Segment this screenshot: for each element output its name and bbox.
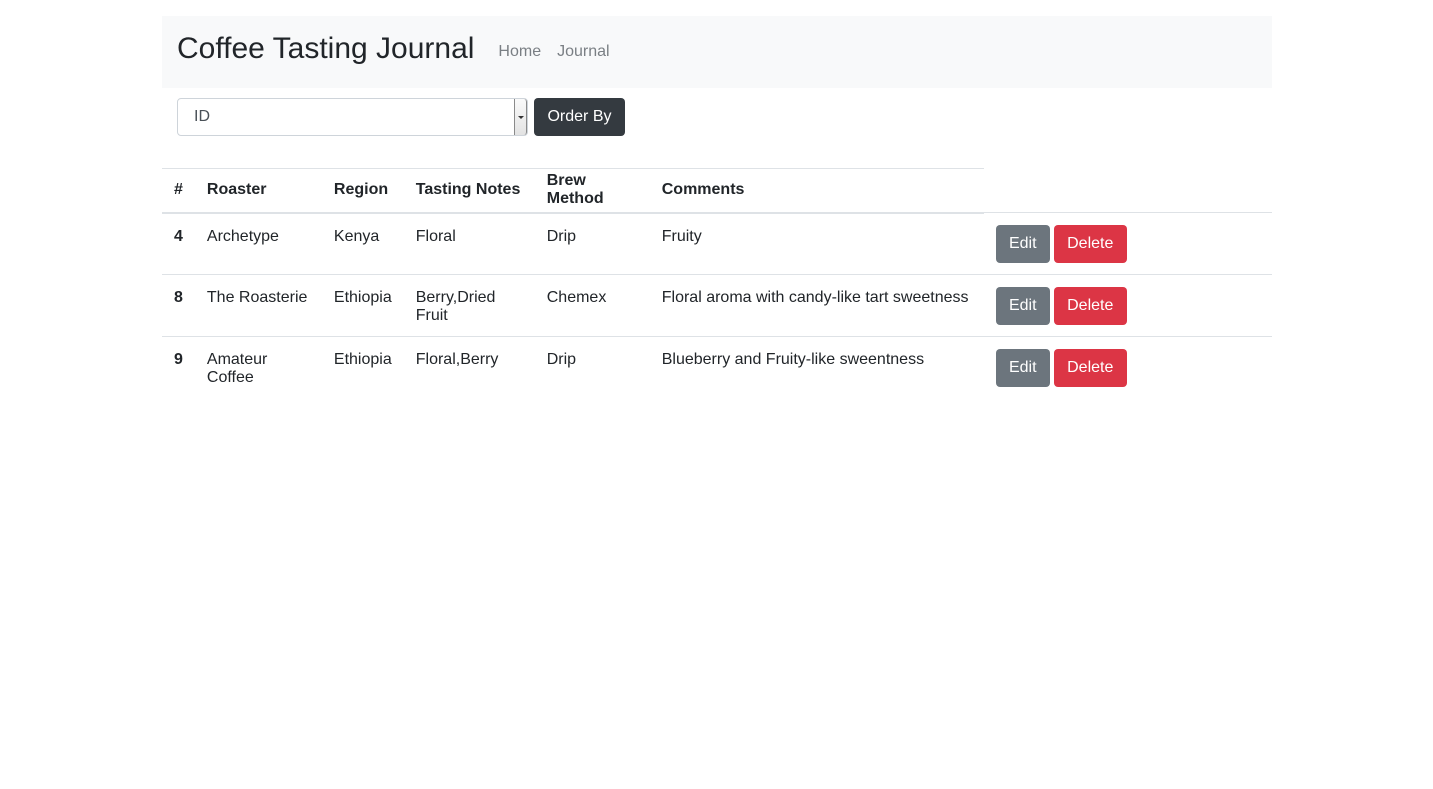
- cell-actions: Edit Delete: [983, 274, 1272, 337]
- cell-id: 9: [174, 351, 183, 368]
- cell-comments: Floral aroma with candy-like tart sweetn…: [649, 274, 984, 337]
- delete-button[interactable]: Delete: [1053, 348, 1127, 387]
- order-by-button[interactable]: Order By: [534, 98, 625, 136]
- cell-actions: Edit Delete: [984, 337, 1272, 399]
- order-by-select-value: ID: [194, 108, 210, 125]
- header-actions: [983, 168, 1272, 213]
- nav-link-home[interactable]: Home: [498, 43, 541, 61]
- header-brew-method: Brew Method: [534, 168, 650, 214]
- page-container: Coffee Tasting Journal Home Journal ID O…: [162, 16, 1272, 387]
- cell-region: Ethiopia: [333, 351, 392, 368]
- brand-title[interactable]: Coffee Tasting Journal: [177, 32, 474, 66]
- cell-tasting-notes: Floral,Berry: [415, 351, 499, 368]
- cell-roaster: Amateur Coffee: [206, 351, 268, 386]
- header-region: Region: [321, 168, 404, 214]
- navbar: Coffee Tasting Journal Home Journal: [162, 16, 1272, 88]
- header-tasting-notes: Tasting Notes: [403, 168, 535, 214]
- cell-id: 8: [162, 274, 195, 337]
- cell-comments: Fruity: [649, 212, 984, 275]
- select-arrow-icon[interactable]: [514, 99, 527, 135]
- cell-actions: Edit Delete: [983, 212, 1272, 275]
- cell-brew-method: Chemex: [534, 274, 650, 337]
- delete-button[interactable]: Delete: [1053, 286, 1127, 325]
- order-by-select[interactable]: ID: [177, 98, 528, 136]
- cell-region: Ethiopia: [321, 274, 404, 337]
- cell-id: 4: [162, 212, 195, 275]
- cell-roaster: Archetype: [194, 212, 322, 275]
- edit-button[interactable]: Edit: [995, 224, 1050, 263]
- cell-tasting-notes: Berry,Dried Fruit: [403, 274, 535, 337]
- cell-brew-method: Drip: [534, 212, 650, 275]
- header-comments: Comments: [649, 168, 984, 214]
- table-header-row: # Roaster Region Tasting Notes Brew Meth…: [162, 168, 1272, 214]
- table-row: 8 The Roasterie Ethiopia Berry,Dried Fru…: [162, 274, 1272, 337]
- cell-brew-method: Drip: [546, 351, 577, 368]
- table-row: 4 Archetype Kenya Floral Drip Fruity Edi…: [162, 212, 1272, 275]
- nav-link-journal[interactable]: Journal: [557, 43, 609, 61]
- cell-roaster: The Roasterie: [194, 274, 322, 337]
- cell-region: Kenya: [321, 212, 404, 275]
- edit-button[interactable]: Edit: [995, 348, 1050, 387]
- header-number: #: [162, 168, 195, 214]
- cell-comments: Blueberry and Fruity-like sweentness: [661, 351, 925, 368]
- delete-button[interactable]: Delete: [1053, 224, 1127, 263]
- table-row: 9 Amateur Coffee Ethiopia Floral,Berry D…: [162, 337, 1272, 399]
- cell-tasting-notes: Floral: [403, 212, 535, 275]
- header-roaster: Roaster: [194, 168, 322, 214]
- order-controls: ID Order By: [162, 98, 1272, 136]
- journal-table: # Roaster Region Tasting Notes Brew Meth…: [162, 168, 1272, 399]
- edit-button[interactable]: Edit: [995, 286, 1050, 325]
